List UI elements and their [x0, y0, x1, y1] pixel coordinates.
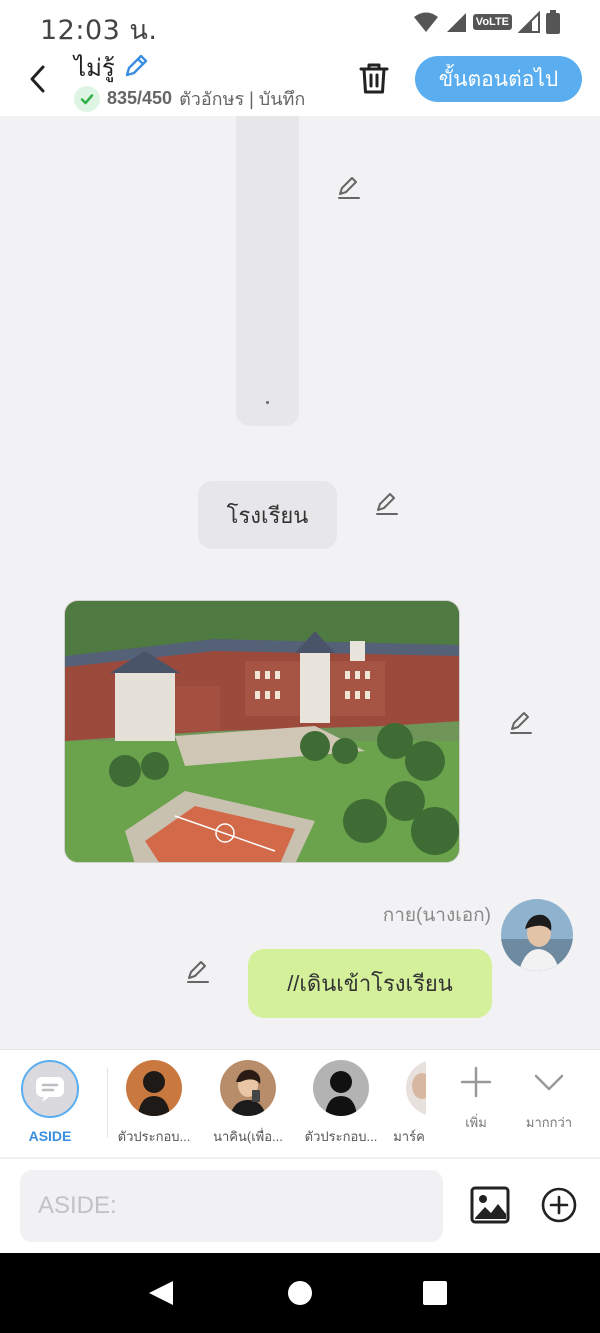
system-nav-bar	[0, 1253, 600, 1333]
image-icon[interactable]	[470, 1186, 510, 1224]
character-item[interactable]: ตัวประกอบ...	[297, 1060, 385, 1147]
edit-icon[interactable]	[507, 709, 535, 737]
edit-icon[interactable]	[335, 174, 363, 202]
character-label: ตัวประกอบ...	[117, 1129, 191, 1144]
volte-badge: VoLTE	[472, 14, 512, 30]
edit-icon[interactable]	[184, 958, 212, 986]
character-count: 835/450	[107, 88, 173, 108]
add-character-button[interactable]: เพิ่ม	[456, 1064, 496, 1133]
character-label: นาคิน(เพื่อ...	[213, 1129, 283, 1144]
add-label: เพิ่ม	[465, 1115, 487, 1130]
avatar	[406, 1060, 426, 1116]
character-item[interactable]: นาคิน(เพื่อ...	[204, 1060, 292, 1147]
edit-icon[interactable]	[373, 490, 401, 518]
location-bubble[interactable]: โรงเรียน	[198, 481, 337, 549]
wifi-icon	[413, 12, 438, 32]
plus-icon	[460, 1066, 492, 1098]
nav-back-icon[interactable]	[147, 1279, 175, 1307]
speaker-name: กาย(นางเอก)	[382, 905, 491, 926]
dot-mark	[266, 401, 269, 404]
edit-title-icon[interactable]	[122, 52, 150, 80]
check-icon	[74, 85, 100, 112]
avatar[interactable]	[501, 899, 573, 971]
character-strip: ASIDE ตัวประกอบ... นาคิน(เพื่อ... ตัวประ…	[0, 1049, 600, 1157]
character-aside[interactable]: ASIDE	[20, 1060, 80, 1144]
signal-icon	[446, 13, 466, 32]
more-label: มากกว่า	[525, 1115, 573, 1130]
battery-icon	[546, 10, 560, 34]
signal-secondary-icon	[518, 11, 540, 33]
status-icons: VoLTE	[413, 10, 560, 34]
narration-bubble[interactable]	[236, 116, 299, 426]
nav-home-icon[interactable]	[288, 1281, 312, 1305]
count-label: ตัวอักษร | บันทึก	[179, 89, 306, 109]
character-item[interactable]: ตัวประกอบ...	[110, 1060, 198, 1147]
trash-icon[interactable]	[356, 60, 392, 96]
character-item[interactable]: มาร์ค	[392, 1060, 426, 1147]
next-step-button[interactable]: ขั้นตอนต่อไป	[415, 56, 582, 102]
character-label: มาร์ค	[393, 1129, 425, 1144]
avatar	[313, 1060, 369, 1116]
message-input[interactable]	[20, 1170, 443, 1242]
aside-icon	[21, 1060, 79, 1118]
scene-image[interactable]	[64, 600, 460, 863]
divider	[107, 1068, 108, 1138]
editor-header: ไม่รู้ 835/450 ตัวอักษร | บันทึก ขั้นตอน…	[0, 44, 600, 116]
message-bubble[interactable]: //เดินเข้าโรงเรียน	[248, 949, 492, 1018]
composer	[0, 1158, 600, 1253]
save-status: 835/450 ตัวอักษร | บันทึก	[74, 84, 305, 113]
back-button[interactable]	[22, 62, 52, 96]
chevron-down-icon	[534, 1074, 564, 1091]
nav-recents-icon[interactable]	[423, 1281, 447, 1305]
avatar	[126, 1060, 182, 1116]
add-circle-icon[interactable]	[540, 1186, 578, 1224]
story-title: ไม่รู้	[74, 55, 115, 82]
more-button[interactable]: มากกว่า	[522, 1064, 576, 1133]
avatar	[220, 1060, 276, 1116]
character-label: ตัวประกอบ...	[304, 1129, 378, 1144]
status-bar: 12:03 น. VoLTE	[0, 0, 600, 46]
chevron-left-icon	[30, 65, 45, 93]
character-label: ASIDE	[28, 1128, 72, 1144]
